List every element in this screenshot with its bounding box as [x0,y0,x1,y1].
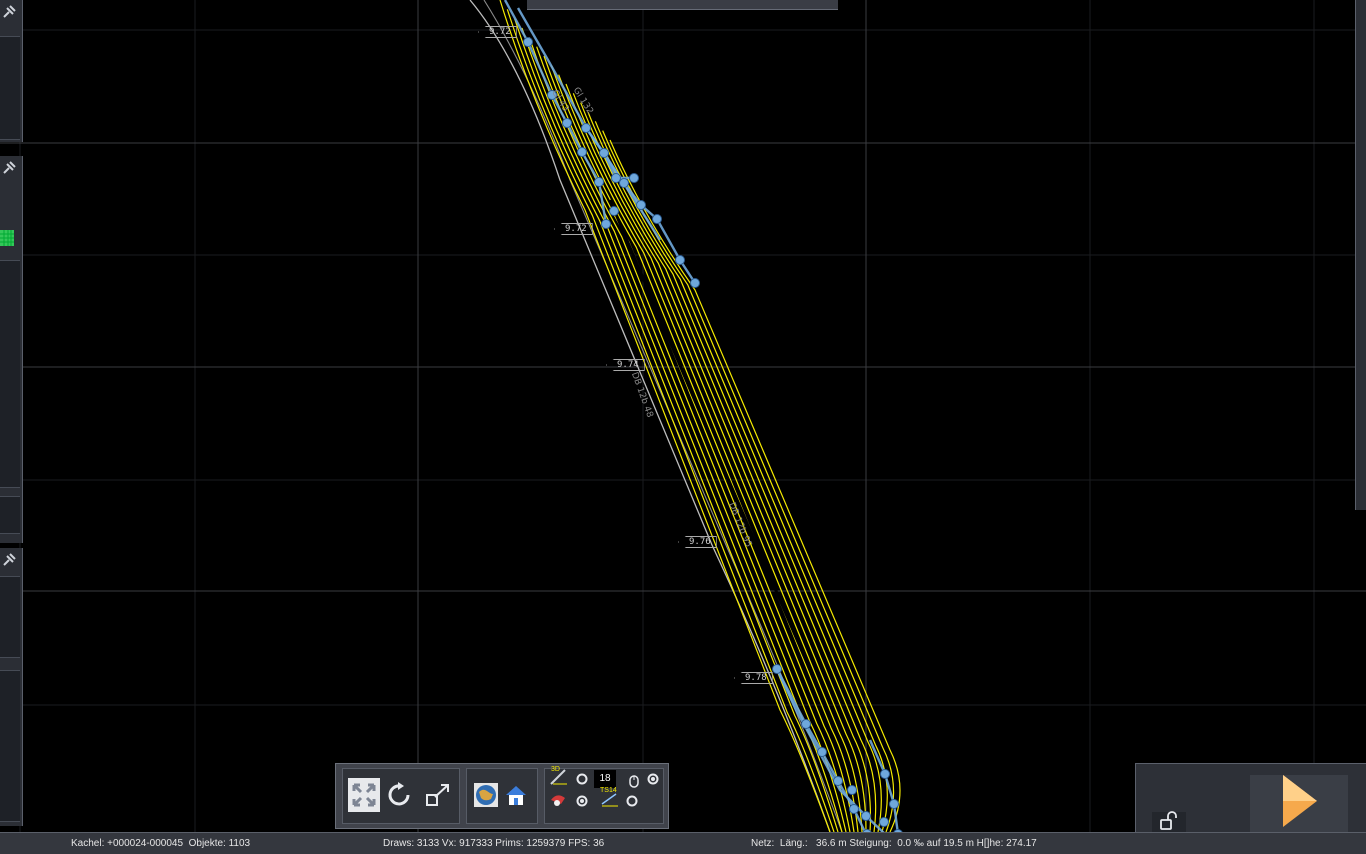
track-node [594,177,604,187]
radio-option-2[interactable] [643,770,663,788]
track-node [581,123,591,133]
track-node [611,173,621,183]
pin-icon[interactable] [1,552,19,570]
track-node [562,118,572,128]
track-node [861,811,871,821]
rotate-icon [386,781,414,809]
track-node [889,799,899,809]
track-node [772,664,782,674]
radio-option-3[interactable] [572,792,592,810]
home-icon [504,783,528,807]
track-node [880,769,890,779]
globe-button[interactable] [471,778,501,812]
track-line [587,111,882,832]
pencil-icon: 3D [549,765,569,791]
track-segment-icon: TS14 [600,786,620,813]
left-panel-1[interactable] [0,0,23,142]
track-node [817,747,827,757]
track-node [599,148,609,158]
track-node [849,804,859,814]
play-button[interactable] [1250,775,1348,832]
status-render-stats: Draws: 3133 Vx: 917333 Prims: 1259379 FP… [383,838,605,849]
right-scroll-panel[interactable] [1355,0,1366,510]
track-node [879,817,889,827]
grid-toggle-icon[interactable] [0,230,14,246]
track-line [514,18,839,832]
track-node [847,785,857,795]
top-panel-edge [527,0,838,10]
track-node [833,776,843,786]
status-bar: Kachel: +000024-000045 Objekte: 1103 Dra… [0,832,1366,854]
km-marker: 9.72 [554,223,593,235]
track-node [523,37,533,47]
status-kachel: Kachel: +000024-000045 Objekte: 1103 [71,838,251,849]
status-netz: Netz: Läng.: 36.6 m Steigung: 0.0 ‰ auf … [751,838,1037,849]
track-node [619,178,629,188]
layer-ts14-toggle[interactable]: TS14 [600,786,620,813]
track-node [577,147,587,157]
km-marker: 9.74 [606,359,645,371]
number-field[interactable]: 18 [594,770,616,788]
pin-icon[interactable] [1,160,19,178]
signal-icon [549,790,569,813]
left-panel-2[interactable] [0,156,23,543]
km-marker: 9.76 [678,536,717,548]
rotate-button[interactable] [385,778,415,812]
left-panel-3[interactable] [0,548,23,826]
radio-option-1[interactable] [572,770,592,788]
layer-3d-toggle[interactable]: 3D [549,765,569,791]
move-button[interactable] [423,778,453,812]
lock-button[interactable] [1152,810,1186,834]
track-node [609,206,619,216]
track-line [594,121,888,832]
fit-view-button[interactable] [348,778,380,812]
play-icon [1279,773,1319,834]
fit-view-icon [351,782,377,808]
signal-tool[interactable] [549,792,569,810]
layer-3d-label: 3D [551,765,560,773]
pin-icon[interactable] [1,4,19,22]
track-network[interactable] [0,0,1366,832]
selected-track [775,668,885,832]
track-node [675,255,685,265]
track-node [629,173,639,183]
move-icon [424,781,452,809]
track-node [801,719,811,729]
km-marker: 9.78 [734,672,773,684]
track-line-grey [483,0,843,832]
track-gap [608,199,842,741]
track-node [652,214,662,224]
track-line [536,46,851,832]
globe-icon [473,782,499,808]
layer-ts14-label: TS14 [600,786,617,794]
home-button[interactable] [501,778,531,812]
track-node [636,200,646,210]
mouse-icon[interactable] [624,772,644,790]
track-node [690,278,700,288]
radio-option-4[interactable] [622,792,642,810]
map-viewport[interactable]: 9.72 9.72 9.74 9.76 9.78 Gl 43 Gl 132 DB… [0,0,1366,832]
track-line [506,9,835,832]
km-marker: 9.72 [478,26,517,38]
track-node [601,219,611,229]
